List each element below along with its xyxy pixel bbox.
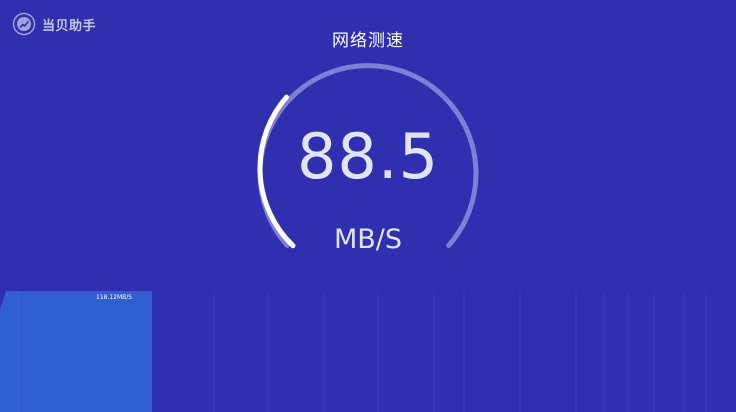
chart-bar-value-label: 118.12MB/S	[96, 294, 132, 301]
speed-test-screen: 当贝助手 网络测速 88.5 MB/S 118.12MB/S	[0, 0, 736, 412]
page-title: 网络测速	[332, 31, 404, 51]
speed-unit: MB/S	[333, 224, 403, 255]
speed-value: 88.5	[296, 120, 440, 193]
chart-bars: 118.12MB/S	[0, 291, 152, 412]
chart-grid	[213, 291, 707, 412]
chart-bar	[0, 291, 152, 412]
speed-history-chart: 118.12MB/S	[0, 291, 707, 412]
